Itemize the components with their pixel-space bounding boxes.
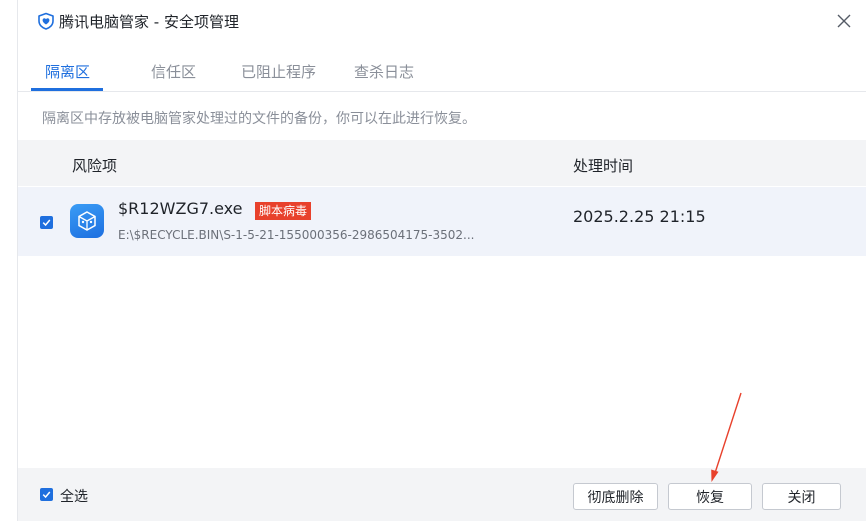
window-close-button[interactable] [831,8,857,34]
tab-quarantine[interactable]: 隔离区 [45,61,90,82]
column-risk-item: 风险项 [72,157,118,175]
file-path: E:\$RECYCLE.BIN\S-1-5-21-155000356-29865… [118,228,475,242]
shield-heart-icon [38,12,54,30]
table-row[interactable]: $R12WZG7.exe 脚本病毒 E:\$RECYCLE.BIN\S-1-5-… [18,187,866,256]
delete-permanently-button[interactable]: 彻底删除 [573,483,658,510]
row-checkbox[interactable] [40,216,53,229]
check-icon [42,491,51,499]
window-title: 腾讯电脑管家 - 安全项管理 [59,13,239,31]
title-bar: 腾讯电脑管家 - 安全项管理 [18,0,866,42]
select-all-label[interactable]: 全选 [60,486,88,506]
select-all-checkbox[interactable] [40,488,53,501]
tab-trusted[interactable]: 信任区 [151,61,196,82]
close-button[interactable]: 关闭 [762,483,841,510]
file-name: $R12WZG7.exe [118,199,243,218]
tab-scan-log[interactable]: 查杀日志 [354,61,414,82]
process-time: 2025.2.25 21:15 [573,207,706,226]
cube-icon [78,211,96,231]
tab-blocked-programs[interactable]: 已阻止程序 [241,61,316,82]
security-manager-window: 腾讯电脑管家 - 安全项管理 隔离区 信任区 已阻止程序 查杀日志 隔离区中存放… [17,0,866,521]
check-icon [42,219,51,227]
active-tab-indicator [31,88,103,91]
threat-type-badge: 脚本病毒 [255,202,312,220]
quarantine-description: 隔离区中存放被电脑管家处理过的文件的备份，你可以在此进行恢复。 [42,111,476,127]
footer-bar: 全选 彻底删除 恢复 关闭 [18,468,866,521]
close-icon [837,14,851,28]
table-header: 风险项 处理时间 [18,140,866,186]
file-app-icon [70,204,104,238]
restore-button[interactable]: 恢复 [668,483,752,510]
tab-bar: 隔离区 信任区 已阻止程序 查杀日志 [18,52,866,92]
column-process-time: 处理时间 [573,157,634,175]
